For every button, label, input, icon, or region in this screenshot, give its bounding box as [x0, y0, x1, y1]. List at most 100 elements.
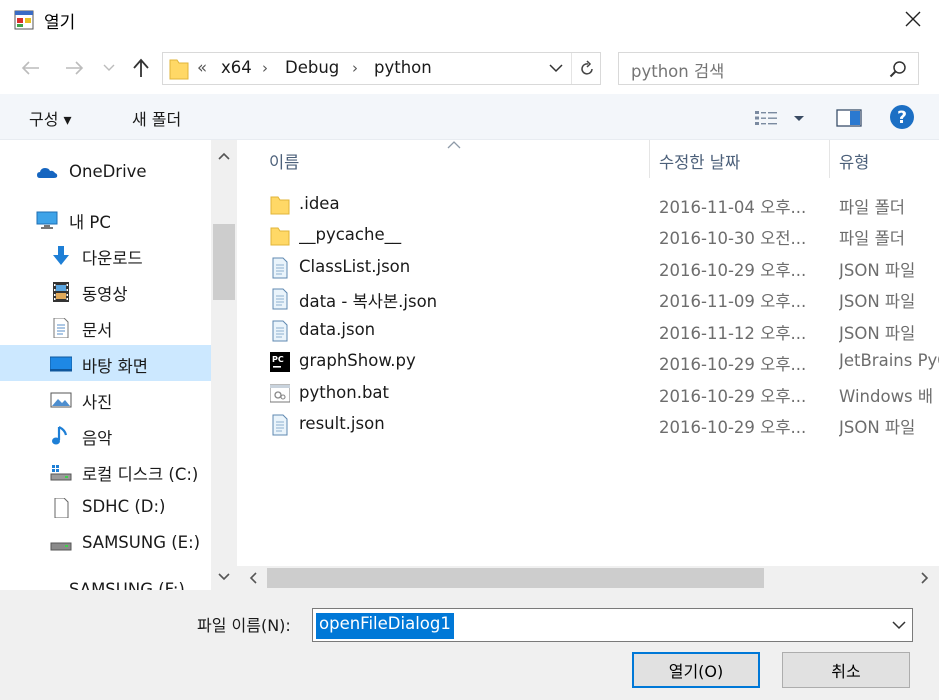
organize-button[interactable]: 구성 ▾ [29, 106, 72, 130]
address-bar[interactable]: « x64 › Debug › python [162, 52, 601, 85]
forward-arrow-icon [66, 61, 84, 75]
nav-item-pictures[interactable]: 사진 [0, 381, 211, 417]
desktop-icon [50, 356, 72, 372]
pc-icon [36, 211, 58, 229]
file-name: result.json [299, 414, 385, 433]
breadcrumb-separator[interactable]: › [352, 59, 358, 77]
command-toolbar: 구성 ▾ 새 폴더 ? [0, 94, 939, 140]
refresh-button[interactable] [571, 53, 601, 84]
file-type: Windows 배 [839, 387, 934, 406]
file-row[interactable]: PC graphShow.py 2016-10-29 오후... JetBrai… [237, 346, 939, 377]
file-list-horizontal-scrollbar[interactable] [237, 566, 939, 590]
nav-label: OneDrive [69, 162, 147, 181]
scroll-thumb[interactable] [267, 568, 764, 588]
column-divider[interactable] [649, 140, 650, 178]
column-header-date[interactable]: 수정한 날짜 [659, 140, 740, 178]
folder-icon [270, 227, 290, 246]
file-row[interactable]: python.bat 2016-10-29 오후... Windows 배 [237, 378, 939, 409]
nav-item-local-disk[interactable]: 로컬 디스크 (C:) [0, 453, 211, 489]
file-name: __pycache__ [299, 225, 402, 244]
file-list: 이름 수정한 날짜 유형 .idea 2016-11-04 오후... 파일 폴… [237, 140, 939, 590]
chevron-down-icon [218, 573, 230, 581]
video-icon [53, 282, 69, 302]
chevron-down-icon [892, 620, 906, 629]
file-row[interactable]: .idea 2016-11-04 오후... 파일 폴더 [237, 189, 939, 220]
text-file-icon [272, 320, 288, 342]
title-bar: 열기 [0, 0, 939, 40]
nav-label: 문서 [82, 321, 113, 340]
dialog-app-icon [14, 10, 34, 30]
file-name: .idea [299, 194, 340, 213]
scroll-thumb[interactable] [213, 224, 235, 300]
open-button[interactable]: 열기(O) [632, 652, 760, 688]
breadcrumb-python[interactable]: python [374, 58, 432, 77]
cancel-button[interactable]: 취소 [782, 652, 910, 688]
file-date: 2016-10-30 오전... [659, 229, 807, 248]
nav-item-downloads[interactable]: 다운로드 [0, 237, 211, 273]
nav-item-sdhc[interactable]: SDHC (D:) [0, 489, 211, 525]
file-row[interactable]: data.json 2016-11-12 오후... JSON 파일 [237, 315, 939, 346]
search-placeholder: python 검색 [631, 62, 725, 81]
up-arrow-icon [133, 58, 149, 77]
nav-item-documents[interactable]: 문서 [0, 309, 211, 345]
search-input[interactable]: python 검색 [618, 52, 919, 85]
nav-vertical-scrollbar[interactable] [211, 140, 237, 590]
refresh-icon [580, 59, 593, 75]
dialog-footer: 파일 이름(N): openFileDialog1 열기(O) 취소 [0, 590, 939, 700]
back-button[interactable] [17, 52, 45, 84]
scroll-up-button[interactable] [211, 144, 237, 168]
filename-dropdown-button[interactable] [885, 609, 913, 641]
close-icon[interactable] [898, 6, 928, 34]
file-type: JSON 파일 [839, 418, 916, 437]
music-icon [52, 426, 68, 445]
file-name: data.json [299, 320, 376, 339]
up-button[interactable] [127, 52, 155, 84]
file-type: 파일 폴더 [839, 229, 905, 248]
view-options-icon[interactable] [754, 109, 808, 127]
breadcrumb-debug[interactable]: Debug [285, 58, 339, 77]
column-header-type[interactable]: 유형 [839, 140, 869, 178]
recent-locations-button[interactable] [97, 52, 121, 84]
file-row[interactable]: __pycache__ 2016-10-30 오전... 파일 폴더 [237, 220, 939, 251]
nav-item-onedrive[interactable]: OneDrive [0, 154, 211, 190]
file-row[interactable]: data - 복사본.json 2016-11-09 오후... JSON 파일 [237, 283, 939, 314]
nav-item-music[interactable]: 음악 [0, 417, 211, 453]
chevron-down-icon [103, 64, 115, 71]
breadcrumb-x64[interactable]: x64 [221, 58, 252, 77]
nav-item-this-pc[interactable]: 내 PC [0, 201, 211, 237]
drive-icon [50, 542, 72, 551]
file-row[interactable]: ClassList.json 2016-10-29 오후... JSON 파일 [237, 252, 939, 283]
breadcrumb-overflow[interactable]: « [197, 58, 207, 77]
nav-label: 사진 [82, 393, 113, 412]
file-name: ClassList.json [299, 257, 411, 276]
filename-combobox[interactable]: openFileDialog1 [312, 608, 913, 642]
scroll-right-button[interactable] [913, 566, 937, 590]
column-header-name[interactable]: 이름 [269, 140, 299, 178]
navigation-pane: OneDrive 내 PC 다운로드 동영상 문서 바탕 화면 사진 음악 로컬… [0, 140, 237, 590]
scroll-left-button[interactable] [241, 566, 265, 590]
breadcrumb-separator[interactable]: › [262, 59, 268, 77]
filename-input[interactable]: openFileDialog1 [316, 613, 454, 639]
nav-item-videos[interactable]: 동영상 [0, 273, 211, 309]
file-row[interactable]: result.json 2016-10-29 오후... JSON 파일 [237, 409, 939, 440]
forward-button[interactable] [60, 52, 88, 84]
sort-ascending-icon [447, 141, 461, 149]
help-icon[interactable]: ? [889, 104, 915, 130]
preview-pane-icon[interactable] [836, 108, 862, 128]
address-dropdown-button[interactable] [543, 53, 569, 84]
nav-item-samsung-e[interactable]: SAMSUNG (E:) [0, 525, 211, 561]
search-icon[interactable] [889, 60, 907, 78]
new-folder-button[interactable]: 새 폴더 [132, 106, 181, 130]
nav-item-desktop[interactable]: 바탕 화면 [0, 345, 211, 381]
text-file-icon [272, 288, 288, 310]
chevron-right-icon [921, 572, 929, 584]
text-file-icon [272, 257, 288, 279]
chevron-down-icon [549, 64, 563, 73]
column-divider[interactable] [829, 140, 830, 178]
nav-item-samsung-f[interactable]: SAMSUNG (F:) [0, 572, 211, 590]
onedrive-icon [37, 168, 58, 178]
nav-label: SDHC (D:) [82, 497, 166, 516]
file-type: JSON 파일 [839, 261, 916, 280]
scroll-down-button[interactable] [211, 565, 237, 589]
document-icon [53, 318, 69, 338]
